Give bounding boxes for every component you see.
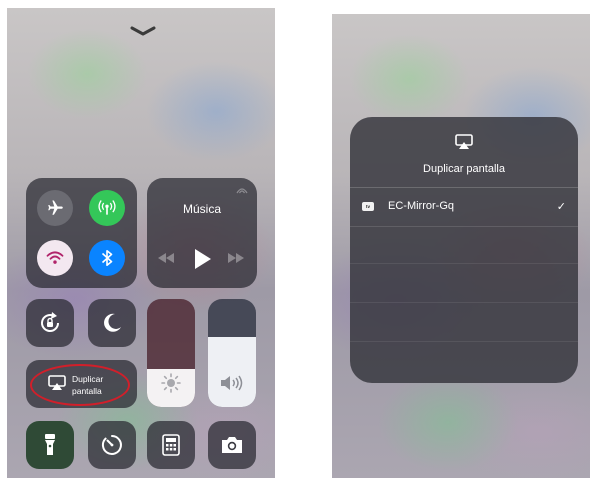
moon-icon bbox=[104, 313, 121, 332]
device-row[interactable]: tv EC-Mirror-Gq ✓ bbox=[350, 187, 578, 227]
sun-icon bbox=[161, 373, 181, 393]
divider bbox=[350, 302, 578, 303]
next-track-icon[interactable] bbox=[227, 253, 245, 263]
flashlight-icon bbox=[45, 434, 55, 455]
cellular-data-button[interactable] bbox=[89, 190, 125, 226]
bluetooth-icon bbox=[101, 249, 113, 267]
chevron-down-icon[interactable] bbox=[129, 26, 157, 36]
wifi-button[interactable] bbox=[37, 240, 73, 276]
play-icon[interactable] bbox=[194, 249, 212, 269]
volume-slider[interactable] bbox=[208, 299, 256, 407]
flashlight-button[interactable] bbox=[26, 421, 74, 469]
control-center-screen: Música Duplicar pantalla bbox=[7, 8, 275, 478]
divider bbox=[350, 263, 578, 264]
connectivity-tile bbox=[26, 178, 137, 288]
screen-mirroring-panel: Duplicar pantalla tv EC-Mirror-Gq ✓ bbox=[350, 117, 578, 383]
device-name: EC-Mirror-Gq bbox=[388, 200, 454, 212]
rotation-lock-icon bbox=[41, 312, 59, 332]
red-annotation-circle bbox=[30, 364, 130, 406]
airplane-icon bbox=[48, 200, 63, 215]
timer-icon bbox=[101, 435, 122, 455]
previous-track-icon[interactable] bbox=[157, 253, 175, 263]
timer-button[interactable] bbox=[88, 421, 136, 469]
checkmark-icon: ✓ bbox=[556, 201, 566, 213]
bluetooth-button[interactable] bbox=[89, 240, 125, 276]
cellular-antenna-icon bbox=[98, 200, 116, 215]
divider bbox=[350, 341, 578, 342]
panel-title: Duplicar pantalla bbox=[423, 163, 505, 175]
screen-mirroring-screen: Duplicar pantalla tv EC-Mirror-Gq ✓ bbox=[332, 14, 590, 478]
speaker-icon bbox=[221, 375, 243, 391]
airplay-audio-icon[interactable] bbox=[236, 186, 248, 196]
camera-button[interactable] bbox=[208, 421, 256, 469]
rotation-lock-button[interactable] bbox=[26, 299, 74, 347]
apple-tv-icon: tv bbox=[362, 202, 374, 211]
calculator-button[interactable] bbox=[147, 421, 195, 469]
wifi-icon bbox=[46, 251, 64, 264]
airplay-screen-icon bbox=[455, 134, 473, 149]
music-tile[interactable]: Música bbox=[147, 178, 257, 288]
do-not-disturb-button[interactable] bbox=[88, 299, 136, 347]
volume-slider-fill bbox=[208, 336, 256, 407]
calculator-icon bbox=[162, 434, 180, 456]
music-title: Música bbox=[182, 202, 221, 216]
camera-icon bbox=[222, 437, 242, 453]
airplane-mode-button[interactable] bbox=[37, 190, 73, 226]
brightness-slider[interactable] bbox=[147, 299, 195, 407]
